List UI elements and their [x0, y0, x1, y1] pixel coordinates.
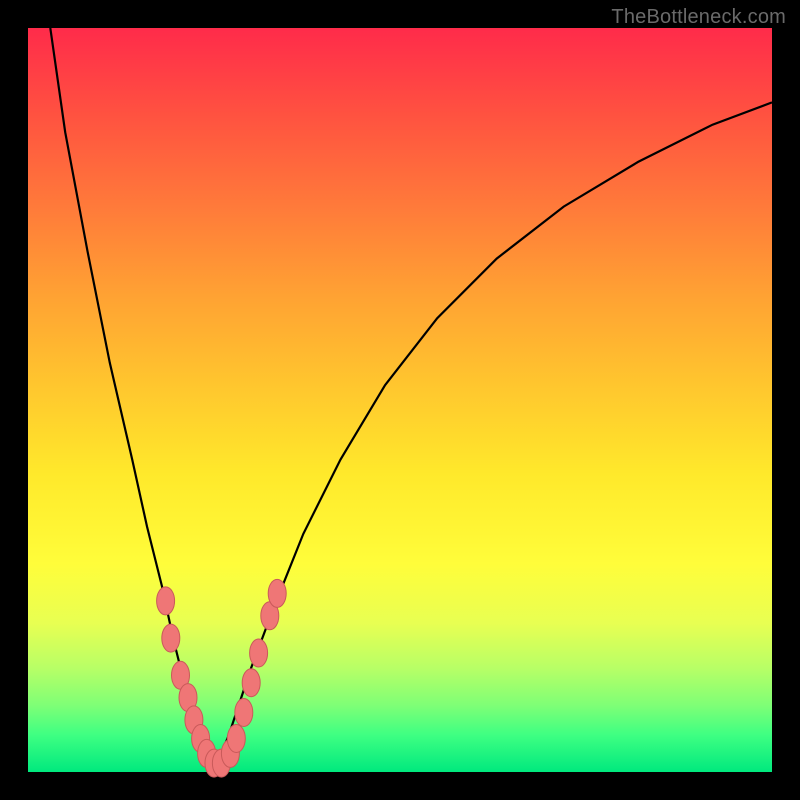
- bead: [268, 579, 286, 607]
- highlighted-beads: [157, 579, 287, 777]
- bead: [250, 639, 268, 667]
- bead: [242, 669, 260, 697]
- bead: [162, 624, 180, 652]
- chart-plot-area: [28, 28, 772, 772]
- bead: [157, 587, 175, 615]
- bead: [227, 725, 245, 753]
- chart-svg: [28, 28, 772, 772]
- watermark-text: TheBottleneck.com: [611, 6, 786, 29]
- bead: [235, 699, 253, 727]
- bottleneck-curve: [50, 28, 772, 765]
